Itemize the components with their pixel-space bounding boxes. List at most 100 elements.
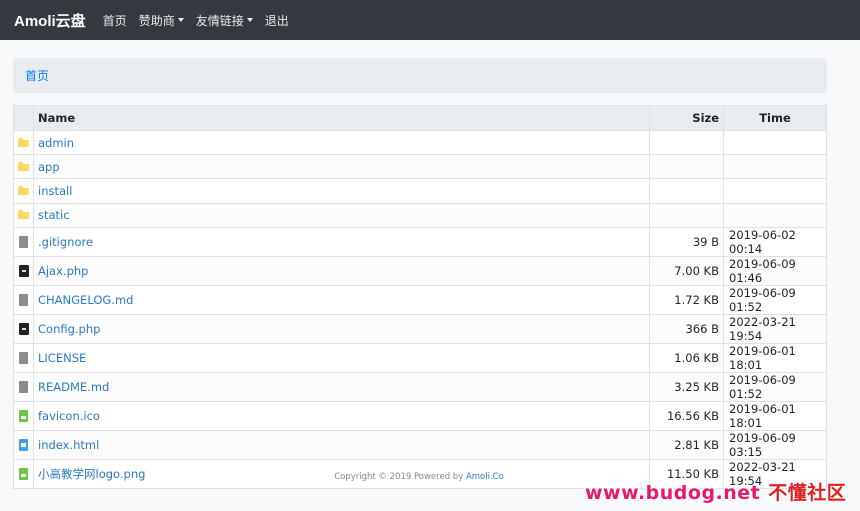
folder-icon — [18, 161, 29, 171]
row-icon-cell — [13, 154, 34, 180]
name-column-header[interactable]: Name — [33, 105, 650, 131]
folder-icon — [18, 185, 29, 195]
file-link[interactable]: CHANGELOG.md — [38, 293, 133, 307]
table-row[interactable]: app — [13, 154, 827, 180]
row-icon-cell — [13, 255, 34, 286]
row-time-cell — [723, 202, 827, 228]
table-row[interactable]: index.html 2.81 KB 2019-06-09 03:15 — [13, 429, 827, 460]
nav-item-home[interactable]: 首页 — [103, 12, 127, 29]
file-table: Name Size Time admin app install static .git… — [13, 105, 827, 489]
nav-item-logout[interactable]: 退出 — [265, 12, 289, 29]
file-icon — [19, 352, 28, 365]
row-time-cell — [723, 178, 827, 204]
php-file-icon — [18, 323, 29, 336]
size-column-header[interactable]: Size — [649, 105, 724, 131]
footer-powered-link[interactable]: Amoli.Co — [466, 472, 504, 482]
file-link[interactable]: static — [38, 208, 70, 222]
caret-down-icon — [246, 18, 253, 22]
watermark-url: www.budog.net — [585, 482, 761, 504]
file-link[interactable]: README.md — [38, 380, 109, 394]
row-name-cell: admin — [33, 129, 650, 156]
nav-item-friend-links[interactable]: 友情链接 — [196, 12, 253, 29]
row-icon-cell — [13, 313, 34, 344]
row-name-cell: index.html — [33, 429, 650, 460]
table-row[interactable]: install — [13, 178, 827, 204]
watermark-site-name: 不懂社区 — [768, 482, 847, 504]
row-name-cell: static — [33, 202, 650, 228]
table-row[interactable]: admin — [13, 129, 827, 156]
nav-item-label: 友情链接 — [195, 13, 244, 28]
nav-item-sponsors[interactable]: 赞助商 — [139, 12, 184, 29]
row-name-cell: install — [33, 178, 650, 204]
file-icon — [19, 294, 28, 307]
table-row[interactable]: static — [13, 202, 827, 228]
table-row[interactable]: README.md 3.25 KB 2019-06-09 01:52 — [13, 371, 827, 402]
table-row[interactable]: favicon.ico 16.56 KB 2019-06-01 18:01 — [13, 400, 827, 431]
file-icon — [19, 381, 28, 394]
table-row[interactable]: .gitignore 39 B 2019-06-02 00:14 — [13, 226, 827, 257]
row-size-cell: 1.72 KB — [649, 284, 724, 315]
file-link[interactable]: .gitignore — [38, 235, 93, 249]
breadcrumb: 首页 — [13, 58, 827, 93]
row-time-cell: 2019-06-02 00:14 — [723, 226, 827, 257]
folder-icon — [18, 210, 29, 220]
brand-logo[interactable]: Amoli云盘 — [14, 10, 86, 31]
row-size-cell: 3.25 KB — [649, 371, 724, 402]
row-icon-cell — [13, 178, 34, 204]
watermark: www.budog.net 不懂社区 — [585, 478, 846, 505]
footer-copyright: Copyright © 2019 Powered by — [334, 472, 466, 482]
row-icon-cell — [13, 342, 34, 373]
row-size-cell — [649, 129, 724, 156]
file-link[interactable]: LICENSE — [38, 351, 86, 365]
row-name-cell: favicon.ico — [33, 400, 650, 431]
table-row[interactable]: LICENSE 1.06 KB 2019-06-01 18:01 — [13, 342, 827, 373]
html-file-icon — [19, 439, 28, 452]
row-icon-cell — [13, 371, 34, 402]
nav-item-label: 赞助商 — [138, 13, 175, 28]
row-time-cell: 2022-03-21 19:54 — [723, 313, 827, 344]
row-time-cell: 2019-06-01 18:01 — [723, 342, 827, 373]
row-icon-cell — [13, 400, 34, 431]
row-name-cell: Ajax.php — [33, 255, 650, 286]
row-size-cell: 39 B — [649, 226, 724, 257]
time-column-header[interactable]: Time — [723, 105, 827, 131]
breadcrumb-home-link[interactable]: 首页 — [25, 67, 49, 84]
row-name-cell: LICENSE — [33, 342, 650, 373]
file-link[interactable]: app — [38, 160, 60, 174]
row-size-cell: 2.81 KB — [649, 429, 724, 460]
table-row[interactable]: CHANGELOG.md 1.72 KB 2019-06-09 01:52 — [13, 284, 827, 315]
file-link[interactable]: install — [38, 184, 72, 198]
file-link[interactable]: index.html — [38, 438, 99, 452]
row-icon-cell — [13, 226, 34, 257]
row-name-cell: CHANGELOG.md — [33, 284, 650, 315]
table-header-row: Name Size Time — [13, 105, 827, 131]
row-size-cell: 16.56 KB — [649, 400, 724, 431]
row-time-cell: 2019-06-09 01:52 — [723, 284, 827, 315]
image-file-icon — [19, 410, 28, 423]
row-name-cell: .gitignore — [33, 226, 650, 257]
file-link[interactable]: Config.php — [38, 322, 100, 336]
row-time-cell — [723, 154, 827, 180]
caret-down-icon — [177, 18, 184, 22]
row-size-cell — [649, 154, 724, 180]
row-time-cell: 2019-06-09 03:15 — [723, 429, 827, 460]
top-navbar: Amoli云盘 首页 赞助商 友情链接 退出 — [0, 0, 860, 40]
file-link[interactable]: Ajax.php — [38, 264, 88, 278]
row-size-cell — [649, 202, 724, 228]
row-size-cell: 1.06 KB — [649, 342, 724, 373]
row-time-cell: 2019-06-01 18:01 — [723, 400, 827, 431]
nav-item-label: 退出 — [264, 13, 289, 28]
file-link[interactable]: favicon.ico — [38, 409, 100, 423]
row-name-cell: README.md — [33, 371, 650, 402]
row-time-cell: 2019-06-09 01:52 — [723, 371, 827, 402]
table-row[interactable]: Ajax.php 7.00 KB 2019-06-09 01:46 — [13, 255, 827, 286]
table-row[interactable]: Config.php 366 B 2022-03-21 19:54 — [13, 313, 827, 344]
row-size-cell — [649, 178, 724, 204]
php-file-icon — [18, 265, 29, 278]
file-link[interactable]: admin — [38, 136, 74, 150]
file-icon — [19, 236, 28, 249]
row-size-cell: 7.00 KB — [649, 255, 724, 286]
row-name-cell: app — [33, 154, 650, 180]
folder-icon — [18, 137, 29, 147]
row-icon-cell — [13, 284, 34, 315]
